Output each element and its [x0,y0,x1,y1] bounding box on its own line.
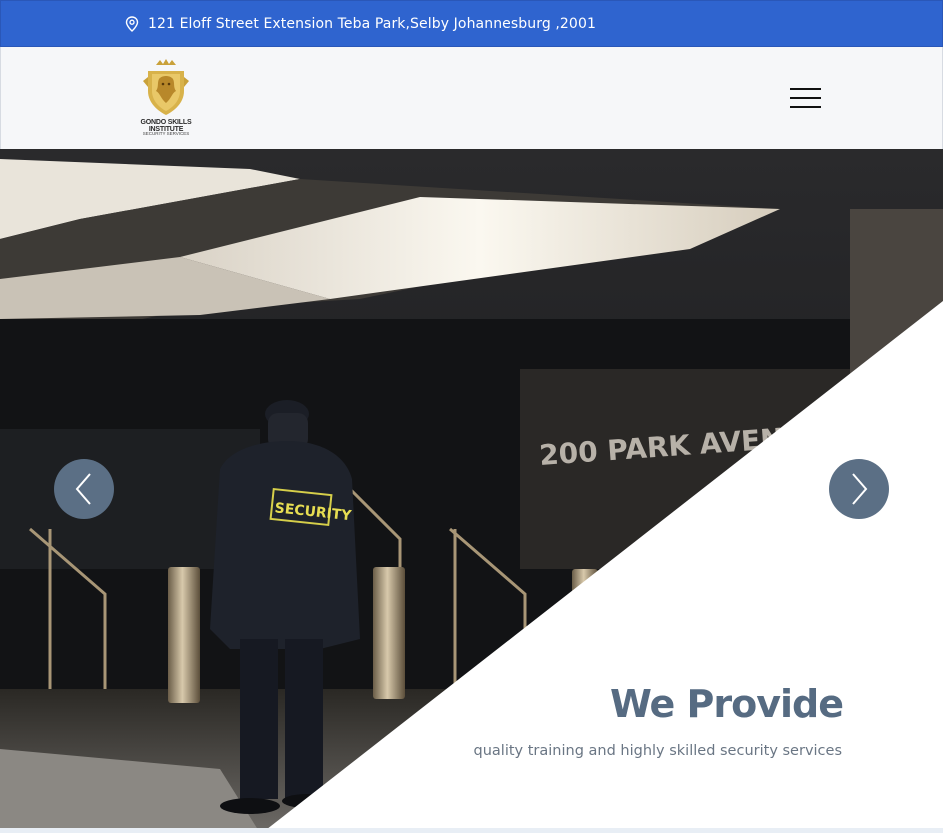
hamburger-line [790,88,821,90]
chevron-right-icon [852,473,868,505]
hero-slider: 200 PARK AVENUE SECURITY We Provide qual… [0,149,943,833]
hero-background-image: 200 PARK AVENUE SECURITY [0,149,943,833]
slide-subtitle: quality training and highly skilled secu… [473,743,842,759]
chevron-left-icon [75,473,91,505]
hamburger-line [790,97,821,99]
top-info-bar: 121 Eloff Street Extension Teba Park,Sel… [0,0,943,47]
location-pin-icon [125,15,139,32]
section-divider [0,828,943,833]
previous-slide-button[interactable] [54,459,114,519]
lion-crest-icon [143,59,189,115]
slide-title: We Provide [609,682,844,726]
site-logo[interactable]: GONDO SKILLS INSTITUTE SECURITY SERVICES [126,57,206,143]
logo-subtitle: SECURITY SERVICES [142,131,190,136]
hamburger-menu-button[interactable] [790,88,822,108]
address-text: 121 Eloff Street Extension Teba Park,Sel… [148,15,596,32]
hamburger-line [790,106,821,108]
site-header: GONDO SKILLS INSTITUTE SECURITY SERVICES [0,47,943,149]
next-slide-button[interactable] [829,459,889,519]
